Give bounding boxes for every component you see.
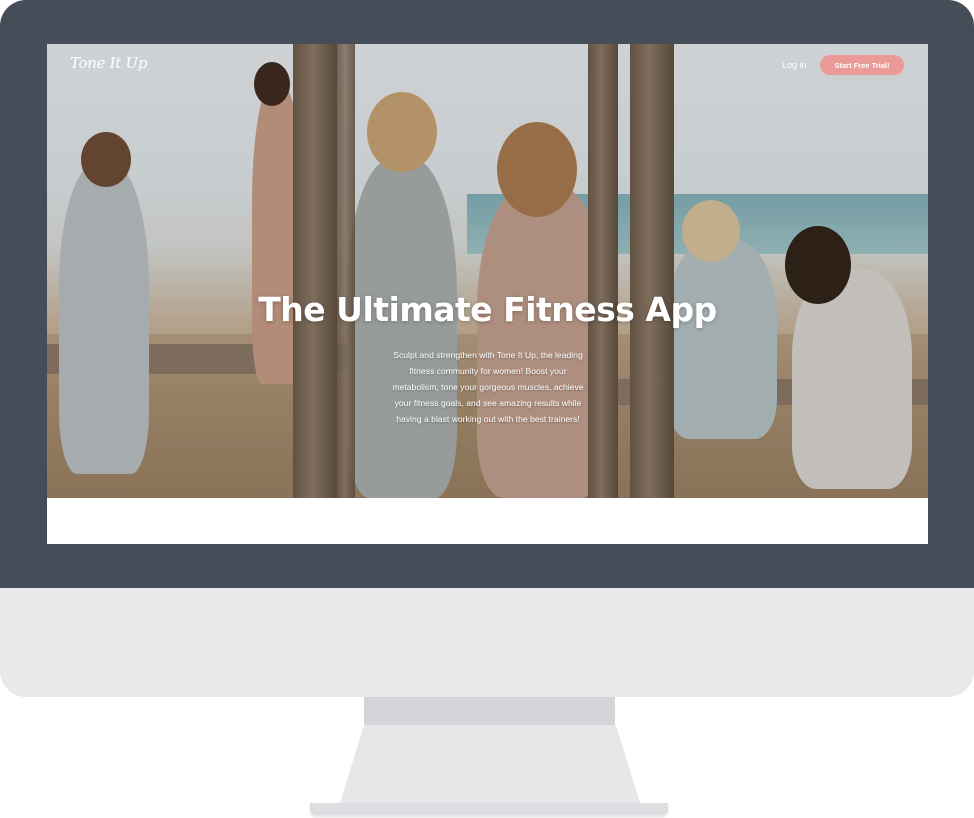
monitor-stand-neck <box>364 697 615 725</box>
monitor-stand-foot <box>310 803 668 815</box>
site-logo[interactable]: Tone It Up <box>70 54 147 72</box>
start-free-trial-button[interactable]: Start Free Trial! <box>820 55 904 75</box>
hero-description: Sculpt and strengthen with Tone It Up, t… <box>392 350 584 424</box>
hero-overlay <box>47 44 928 498</box>
monitor-stand <box>340 725 640 803</box>
monitor-screen: Tone It Up Log in Start Free Trial! The … <box>47 44 928 544</box>
monitor-chin <box>0 588 974 697</box>
hero-headline: The Ultimate Fitness App <box>258 290 717 329</box>
login-link[interactable]: Log in <box>782 60 807 70</box>
hero-section: Tone It Up Log in Start Free Trial! The … <box>47 44 928 498</box>
